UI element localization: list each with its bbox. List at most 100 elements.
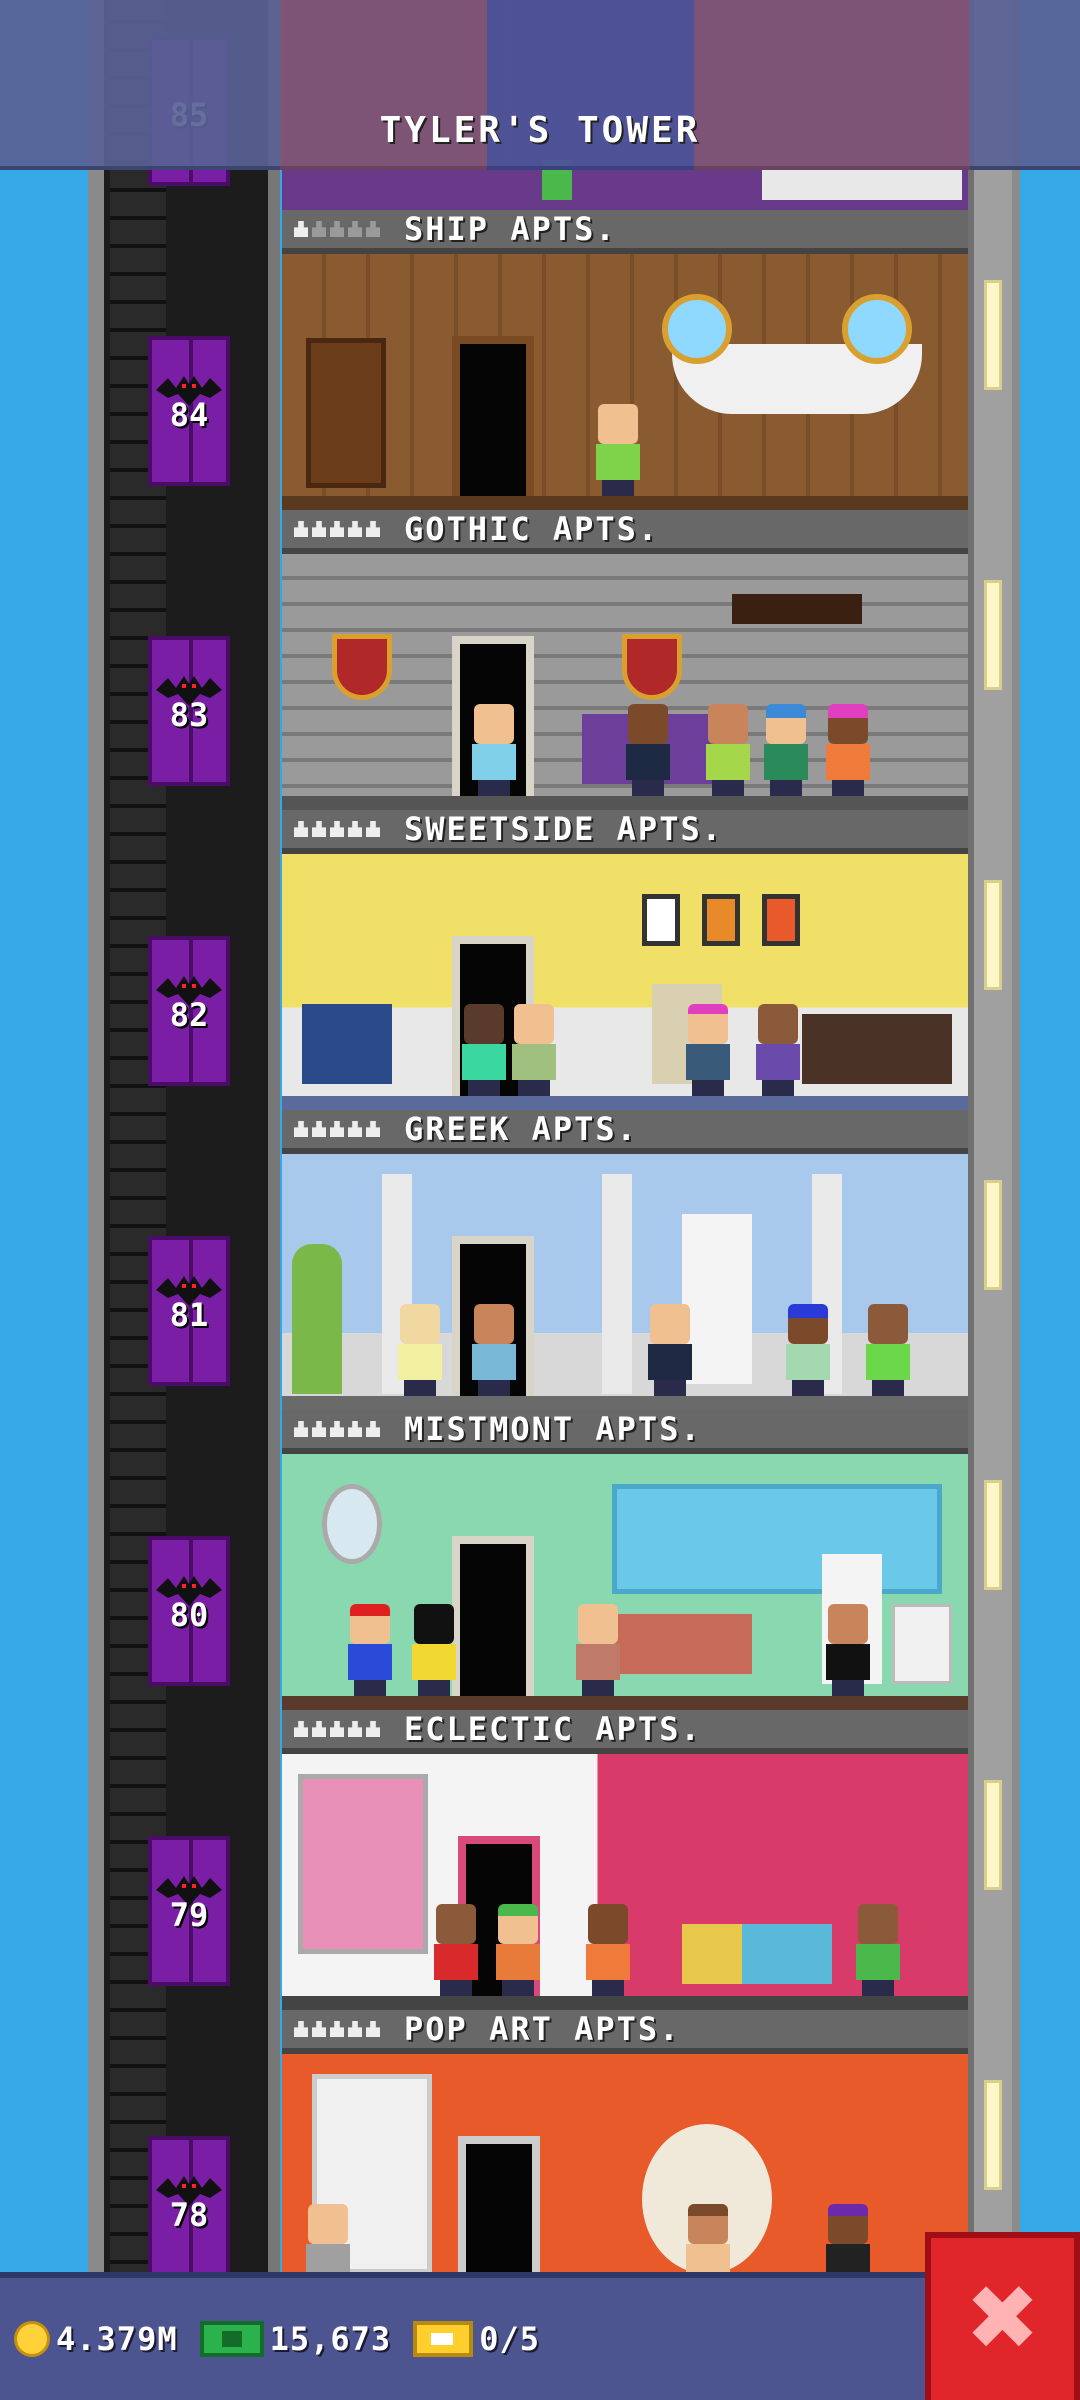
tower-right-wall bbox=[968, 0, 1020, 2400]
elevator-car-84[interactable]: 84 bbox=[148, 336, 230, 486]
person-icon bbox=[330, 1421, 344, 1437]
resident[interactable] bbox=[468, 704, 520, 796]
resident[interactable] bbox=[458, 1004, 510, 1096]
floor-number: 80 bbox=[169, 1596, 209, 1634]
person-icon bbox=[366, 2021, 380, 2037]
resident[interactable] bbox=[822, 1604, 874, 1696]
floor-81[interactable]: GREEK APTS. bbox=[282, 1110, 968, 1410]
elevator-rail bbox=[268, 0, 280, 2400]
person-icon bbox=[348, 521, 362, 537]
bux-stat[interactable]: 15,673 bbox=[199, 2320, 392, 2358]
room-sweetside bbox=[282, 854, 968, 1110]
person-icon bbox=[366, 1721, 380, 1737]
picture-frame bbox=[702, 894, 740, 946]
resident[interactable] bbox=[572, 1604, 624, 1696]
wall-window bbox=[984, 880, 1002, 990]
floor-78[interactable]: POP ART APTS. bbox=[282, 2010, 968, 2310]
resident[interactable] bbox=[822, 704, 874, 796]
resident[interactable] bbox=[394, 1304, 446, 1396]
stove bbox=[892, 1604, 952, 1684]
person-icon bbox=[294, 1121, 308, 1137]
sofa bbox=[612, 1614, 752, 1674]
sofa-cushion bbox=[742, 1924, 832, 1984]
floor-label[interactable]: MISTMONT APTS. bbox=[282, 1410, 968, 1454]
floor-number: 84 bbox=[169, 396, 209, 434]
wall-window bbox=[984, 280, 1002, 390]
person-icon bbox=[294, 1421, 308, 1437]
resident[interactable] bbox=[682, 1004, 734, 1096]
tower[interactable]: 85 84 83 82 81 80 79 78 bbox=[88, 0, 1020, 2400]
resident[interactable] bbox=[344, 1604, 396, 1696]
floor-label[interactable]: SHIP APTS. bbox=[282, 210, 968, 254]
elevator-car-82[interactable]: 82 bbox=[148, 936, 230, 1086]
floor-79[interactable]: ECLECTIC APTS. bbox=[282, 1710, 968, 2010]
elevator-car-83[interactable]: 83 bbox=[148, 636, 230, 786]
person-icon bbox=[330, 821, 344, 837]
resident[interactable] bbox=[782, 1304, 834, 1396]
resident[interactable] bbox=[752, 1004, 804, 1096]
person-icon bbox=[348, 221, 362, 237]
elevator-car-80[interactable]: 80 bbox=[148, 1536, 230, 1686]
picture-frame bbox=[642, 894, 680, 946]
floor-80[interactable]: MISTMONT APTS. bbox=[282, 1410, 968, 1710]
elevator-car-79[interactable]: 79 bbox=[148, 1836, 230, 1986]
resident-count bbox=[294, 221, 380, 237]
bed bbox=[762, 170, 962, 200]
room-gothic bbox=[282, 554, 968, 810]
person-icon bbox=[330, 2021, 344, 2037]
resident[interactable] bbox=[644, 1304, 696, 1396]
porthole bbox=[842, 294, 912, 364]
elevator-car-81[interactable]: 81 bbox=[148, 1236, 230, 1386]
resident-count bbox=[294, 1121, 380, 1137]
elevator-car-78[interactable]: 78 bbox=[148, 2136, 230, 2286]
floor-name: ECLECTIC APTS. bbox=[404, 1710, 702, 1748]
floor-84[interactable]: SHIP APTS. bbox=[282, 210, 968, 510]
status-bar: 4.379M 15,673 0/5 bbox=[0, 2272, 925, 2400]
resident-count bbox=[294, 2021, 380, 2037]
floor-label[interactable]: GOTHIC APTS. bbox=[282, 510, 968, 554]
person-icon bbox=[366, 521, 380, 537]
room-greek bbox=[282, 1154, 968, 1410]
close-icon: ✖ bbox=[964, 2266, 1041, 2371]
tickets-value: 0/5 bbox=[479, 2320, 540, 2358]
wall-window bbox=[984, 2080, 1002, 2190]
floor-name: GREEK APTS. bbox=[404, 1110, 638, 1148]
resident[interactable] bbox=[508, 1004, 560, 1096]
resident[interactable] bbox=[592, 404, 644, 496]
abstract-painting bbox=[298, 1774, 428, 1954]
room-floor bbox=[282, 1096, 968, 1110]
resident[interactable] bbox=[852, 1904, 904, 1996]
room-floor bbox=[282, 1396, 968, 1410]
resident[interactable] bbox=[862, 1304, 914, 1396]
plant bbox=[292, 1244, 342, 1394]
resident[interactable] bbox=[582, 1904, 634, 1996]
resident[interactable] bbox=[492, 1904, 544, 1996]
floor-label[interactable]: SWEETSIDE APTS. bbox=[282, 810, 968, 854]
apartment-door[interactable] bbox=[452, 336, 534, 496]
tickets-stat[interactable]: 0/5 bbox=[413, 2320, 540, 2358]
floor-82[interactable]: SWEETSIDE APTS. bbox=[282, 810, 968, 1110]
floor-label[interactable]: POP ART APTS. bbox=[282, 2010, 968, 2054]
floor-label[interactable]: GREEK APTS. bbox=[282, 1110, 968, 1154]
coins-stat[interactable]: 4.379M bbox=[14, 2320, 178, 2358]
apartment-door[interactable] bbox=[452, 1536, 534, 1696]
resident[interactable] bbox=[430, 1904, 482, 1996]
resident-count bbox=[294, 821, 380, 837]
resident[interactable] bbox=[760, 704, 812, 796]
tower-title[interactable]: TYLER'S TOWER bbox=[0, 110, 1080, 151]
resident[interactable] bbox=[468, 1304, 520, 1396]
resident[interactable] bbox=[622, 704, 674, 796]
floor-name: SHIP APTS. bbox=[404, 210, 617, 248]
person-icon bbox=[312, 1121, 326, 1137]
floor-83[interactable]: GOTHIC APTS. bbox=[282, 510, 968, 810]
person-icon bbox=[294, 521, 308, 537]
mirror bbox=[322, 1484, 382, 1564]
close-button[interactable]: ✖ bbox=[925, 2232, 1080, 2400]
person-icon bbox=[294, 1721, 308, 1737]
resident[interactable] bbox=[408, 1604, 460, 1696]
floor-label[interactable]: ECLECTIC APTS. bbox=[282, 1710, 968, 1754]
person-icon bbox=[366, 821, 380, 837]
resident[interactable] bbox=[702, 704, 754, 796]
person-icon bbox=[348, 1721, 362, 1737]
person-icon bbox=[348, 821, 362, 837]
